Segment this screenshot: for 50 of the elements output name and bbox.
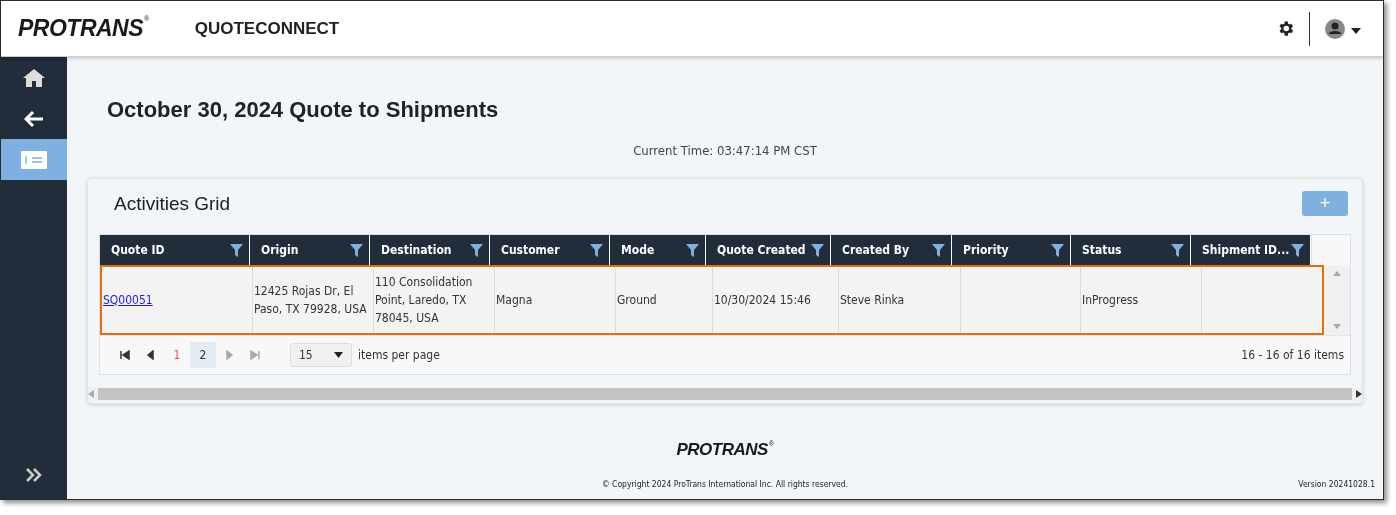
caret-icon [334, 352, 343, 358]
horizontal-scrollbar[interactable] [88, 387, 1362, 401]
column-header[interactable]: Created By [830, 235, 952, 265]
grid-title: Activities Grid [114, 192, 231, 215]
column-header[interactable]: Mode [609, 235, 706, 265]
column-header[interactable]: Origin [249, 235, 370, 265]
protrans-logo: PROTRANS$^{®}$ [18, 15, 149, 42]
expand-chevron-icon[interactable] [25, 467, 43, 483]
current-time: Current Time: 03:47:14 PM CST [633, 143, 817, 158]
app-title: QUOTECONNECT [194, 18, 340, 39]
page-size-label: items per page [358, 348, 440, 362]
column-header[interactable]: Shipment ID... [1190, 235, 1311, 265]
page-title: October 30, 2024 Quote to Shipments [107, 97, 500, 123]
filter-icon[interactable] [1051, 243, 1064, 257]
filter-icon[interactable] [811, 243, 824, 257]
column-header[interactable]: Quote ID [100, 235, 250, 265]
first-page-icon[interactable] [120, 350, 130, 360]
table-cell: 12425 Rojas Dr, El Paso, TX 79928, USA [252, 266, 374, 334]
page-button[interactable]: 2 [190, 342, 216, 368]
back-arrow-icon[interactable] [24, 109, 44, 128]
table-cell: Magna [494, 266, 616, 334]
copyright-text: © Copyright 2024 ProTrans International Inc. All rights reserved. [602, 479, 848, 489]
item-count: 16 - 16 of 16 items [1241, 348, 1344, 362]
table-cell: Ground [615, 266, 713, 334]
filter-icon[interactable] [1291, 243, 1304, 257]
protrans-logo: PROTRANS$^{®}$ [676, 440, 774, 460]
column-header[interactable]: Destination [369, 235, 490, 265]
scroll-right-icon[interactable] [1356, 390, 1362, 398]
previous-page-icon[interactable] [146, 350, 156, 360]
page-size-dropdown[interactable]: 15 [290, 343, 352, 367]
filter-icon[interactable] [932, 243, 945, 257]
column-header[interactable]: Priority [951, 235, 1071, 265]
page-button[interactable]: 1 [164, 342, 190, 368]
column-header[interactable]: Customer [489, 235, 610, 265]
filter-icon[interactable] [1171, 243, 1184, 257]
column-header[interactable]: Status [1070, 235, 1191, 265]
filter-icon[interactable] [350, 243, 363, 257]
table-cell: Steve Rinka [838, 266, 961, 334]
version-text: Version 20241028.1 [1298, 479, 1375, 489]
column-header[interactable]: Quote Created [705, 235, 831, 265]
table-cell: 110 Consolidation Point, Laredo, TX 78045, USA [373, 266, 495, 334]
quote-id-link[interactable]: SQ00051 [103, 293, 153, 307]
user-menu-icon[interactable] [1325, 17, 1361, 40]
filter-icon[interactable] [686, 243, 699, 257]
filter-icon[interactable] [470, 243, 483, 257]
home-icon[interactable] [22, 67, 46, 88]
table-cell: InProgress [1080, 266, 1202, 334]
filter-icon[interactable] [590, 243, 603, 257]
table-cell: 10/30/2024 15:46 [712, 266, 839, 334]
filter-icon[interactable] [230, 243, 243, 257]
